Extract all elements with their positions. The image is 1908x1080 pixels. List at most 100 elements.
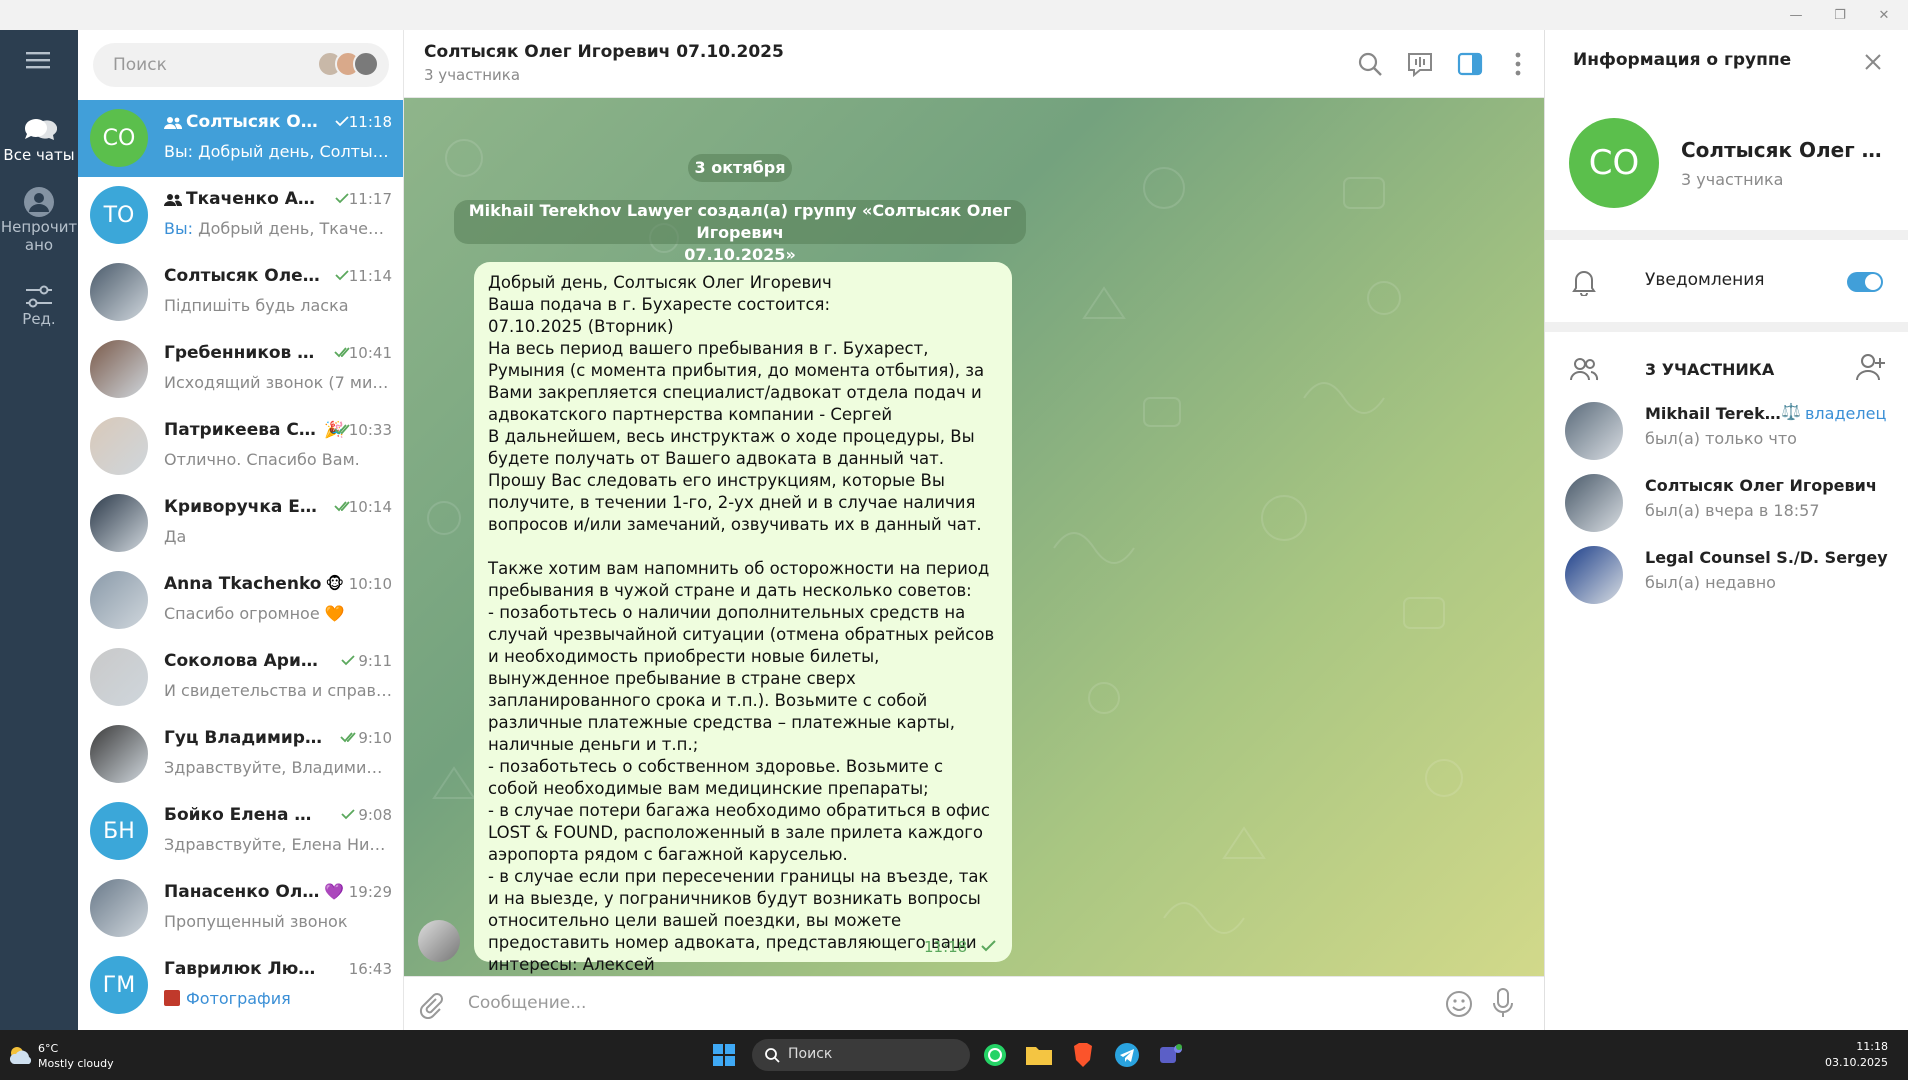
members-header: 3 УЧАСТНИКА: [1645, 360, 1775, 379]
windows-start-icon[interactable]: [712, 1043, 736, 1067]
chat-list-item[interactable]: ТО Ткаченко Анна Олеговна 11:17 Вы: Добрый …: [78, 177, 403, 254]
video-chat-icon[interactable]: [1406, 50, 1434, 78]
read-check-icon: [335, 193, 349, 204]
sidebar-toggle-icon[interactable]: [1456, 50, 1484, 78]
taskbar-date[interactable]: 03.10.2025: [1825, 1056, 1888, 1069]
group-member-count: 3 участника: [1681, 170, 1784, 189]
minimize-button[interactable]: —: [1774, 0, 1818, 30]
member-name: Legal Counsel S./D. Sergey: [1645, 548, 1888, 567]
chat-time: 11:17: [348, 190, 392, 208]
member-status: был(а) недавно: [1645, 573, 1776, 592]
more-vertical-icon[interactable]: [1504, 50, 1532, 78]
maximize-button[interactable]: ❐: [1818, 0, 1862, 30]
preview-text: Отлично. Спасибо Вам.: [164, 450, 360, 469]
member-emoji: ⚖️: [1781, 402, 1801, 421]
message-meta: 11:18: [924, 938, 998, 956]
chat-list-item[interactable]: Соколова Арина Игоревна 9:11 И свидетельст…: [78, 639, 403, 716]
status-emoji: 💜: [324, 882, 344, 901]
chat-name: Гребенников Ярослав: [164, 343, 322, 363]
message-time: 11:18: [923, 938, 968, 956]
chat-avatar: [90, 263, 148, 321]
emoji-icon[interactable]: [1444, 989, 1474, 1019]
notifications-toggle[interactable]: [1847, 272, 1883, 292]
chat-name: Панасенко Олег Викторович: [164, 882, 322, 902]
chat-list-item[interactable]: Anna Tkachenko 🐵 10:10 Спасибо огромное 🧡: [78, 562, 403, 639]
chat-messages-area[interactable]: 3 октября Mikhail Terekhov Lawyer создал…: [404, 98, 1544, 976]
members-icon: [1570, 358, 1599, 381]
preview-text: Вы: Добрый день, Солтысяк Олег Игоревич: [164, 142, 392, 161]
chat-time: 10:14: [348, 498, 392, 516]
group-avatar[interactable]: СО: [1569, 118, 1659, 208]
chat-avatar: [90, 648, 148, 706]
chat-time: 9:10: [358, 729, 392, 747]
member-row[interactable]: Солтысяк Олег Игоревич был(а) вчера в 18:…: [1545, 466, 1908, 538]
group-info-header: Информация о группе СО Солтысяк Олег Иго…: [1545, 30, 1908, 230]
telegram-icon[interactable]: [1110, 1038, 1144, 1072]
stories-avatars[interactable]: [317, 51, 379, 77]
chat-list-item[interactable]: Криворучка Елена 10:14 Да: [78, 485, 403, 562]
chat-name: Солтысяк Олег Игоревич 07.10.2025: [186, 112, 326, 132]
chat-list-item[interactable]: СО Солтысяк Олег Игоревич 07.10.2025 11:18…: [78, 100, 403, 177]
folder-unread[interactable]: Непрочит ано: [0, 186, 78, 254]
folder-edit-label: Ред.: [22, 310, 56, 328]
search-placeholder: Поиск: [113, 55, 167, 75]
chat-time: 11:14: [348, 267, 392, 285]
member-name: Mikhail Terekhov Lawyer: [1645, 404, 1785, 423]
chats-icon: [24, 118, 57, 140]
chat-list-item[interactable]: Патрикеева Светлана🎉10:33Отлично. Спасиб…: [78, 408, 403, 485]
message-bubble[interactable]: Добрый день, Солтысяк Олег Игоревич Ваша…: [474, 262, 1012, 974]
preview-prefix: Вы:: [164, 219, 193, 238]
taskbar-search[interactable]: Поиск: [752, 1039, 970, 1071]
chat-list-item[interactable]: Солтысяк Олег Игоревич 11:14 Підпишіть буд…: [78, 254, 403, 331]
chat-name: Anna Tkachenko: [164, 574, 322, 594]
chat-title[interactable]: Солтысяк Олег Игоревич 07.10.2025: [424, 42, 784, 62]
weather-description[interactable]: Mostly cloudy: [38, 1057, 114, 1070]
file-explorer-icon[interactable]: [1022, 1038, 1056, 1072]
weather-cloud-icon: [9, 1047, 32, 1064]
chat-time: 9:08: [358, 806, 392, 824]
chat-preview: Исходящий звонок (7 мин. 12 с): [164, 373, 392, 392]
info-header-title: Информация о группе: [1573, 50, 1792, 70]
member-row[interactable]: Mikhail Terekhov Lawyer⚖️владелец был(а) …: [1545, 394, 1908, 466]
chat-preview: Вы: Добрый день, Солтысяк Олег Игоревич: [164, 142, 392, 161]
microphone-icon[interactable]: [1490, 987, 1516, 1019]
folder-all-chats[interactable]: Все чаты: [0, 114, 78, 164]
group-icon: [164, 194, 182, 206]
sender-avatar[interactable]: [418, 920, 460, 962]
chat-list-item[interactable]: Гуц Владимир Сергеевич 9:10 Здравствуйте, …: [78, 716, 403, 793]
member-name: Солтысяк Олег Игоревич: [1645, 476, 1877, 495]
read-check-icon: [335, 270, 349, 281]
teams-icon[interactable]: [1154, 1038, 1188, 1072]
folder-all-chats-label: Все чаты: [3, 146, 75, 164]
chat-time: 9:11: [358, 652, 392, 670]
chat-preview: Спасибо огромное 🧡: [164, 604, 392, 623]
close-icon[interactable]: [1863, 52, 1883, 72]
search-input[interactable]: Поиск: [93, 43, 389, 87]
add-member-icon[interactable]: [1855, 352, 1887, 382]
person-icon: [24, 187, 54, 217]
brave-browser-icon[interactable]: [1066, 1038, 1100, 1072]
weather-temp[interactable]: 6°C: [38, 1042, 58, 1055]
service-message: Mikhail Terekhov Lawyer создал(а) группу…: [454, 200, 1026, 264]
attach-icon[interactable]: [418, 991, 444, 1019]
chat-list-item[interactable]: Гребенников Ярослав 10:41 Исходящий звонок…: [78, 331, 403, 408]
whatsapp-icon[interactable]: [978, 1038, 1012, 1072]
search-icon[interactable]: [1356, 50, 1384, 78]
folder-edit[interactable]: Ред.: [0, 284, 78, 328]
message-input[interactable]: Сообщение...: [468, 993, 586, 1013]
folder-unread-label-1: Непрочит: [0, 218, 78, 236]
menu-button[interactable]: [0, 50, 78, 70]
chat-list-item[interactable]: ГМ Гаврилюк Любовь Михайловна 16:43 Фотогра…: [78, 947, 403, 1024]
preview-text: Пропущенный звонок: [164, 912, 348, 931]
member-avatar: [1565, 546, 1623, 604]
chat-list-item[interactable]: БН Бойко Елена Николаевна 9:08 Здравствуйте…: [78, 793, 403, 870]
notifications-row[interactable]: Уведомления: [1545, 240, 1908, 322]
chat-list-item[interactable]: Панасенко Олег Викторович💜19:29Пропущенн…: [78, 870, 403, 947]
chat-preview: Да: [164, 527, 392, 546]
close-window-button[interactable]: ✕: [1862, 0, 1906, 30]
member-row[interactable]: Legal Counsel S./D. Sergey был(а) недавно: [1545, 538, 1908, 610]
taskbar-time[interactable]: 11:18: [1856, 1040, 1888, 1053]
chat-preview: Здравствуйте, Владимир. Вы: [164, 758, 392, 777]
story-avatar: [353, 51, 379, 77]
chat-avatar: ТО: [90, 186, 148, 244]
